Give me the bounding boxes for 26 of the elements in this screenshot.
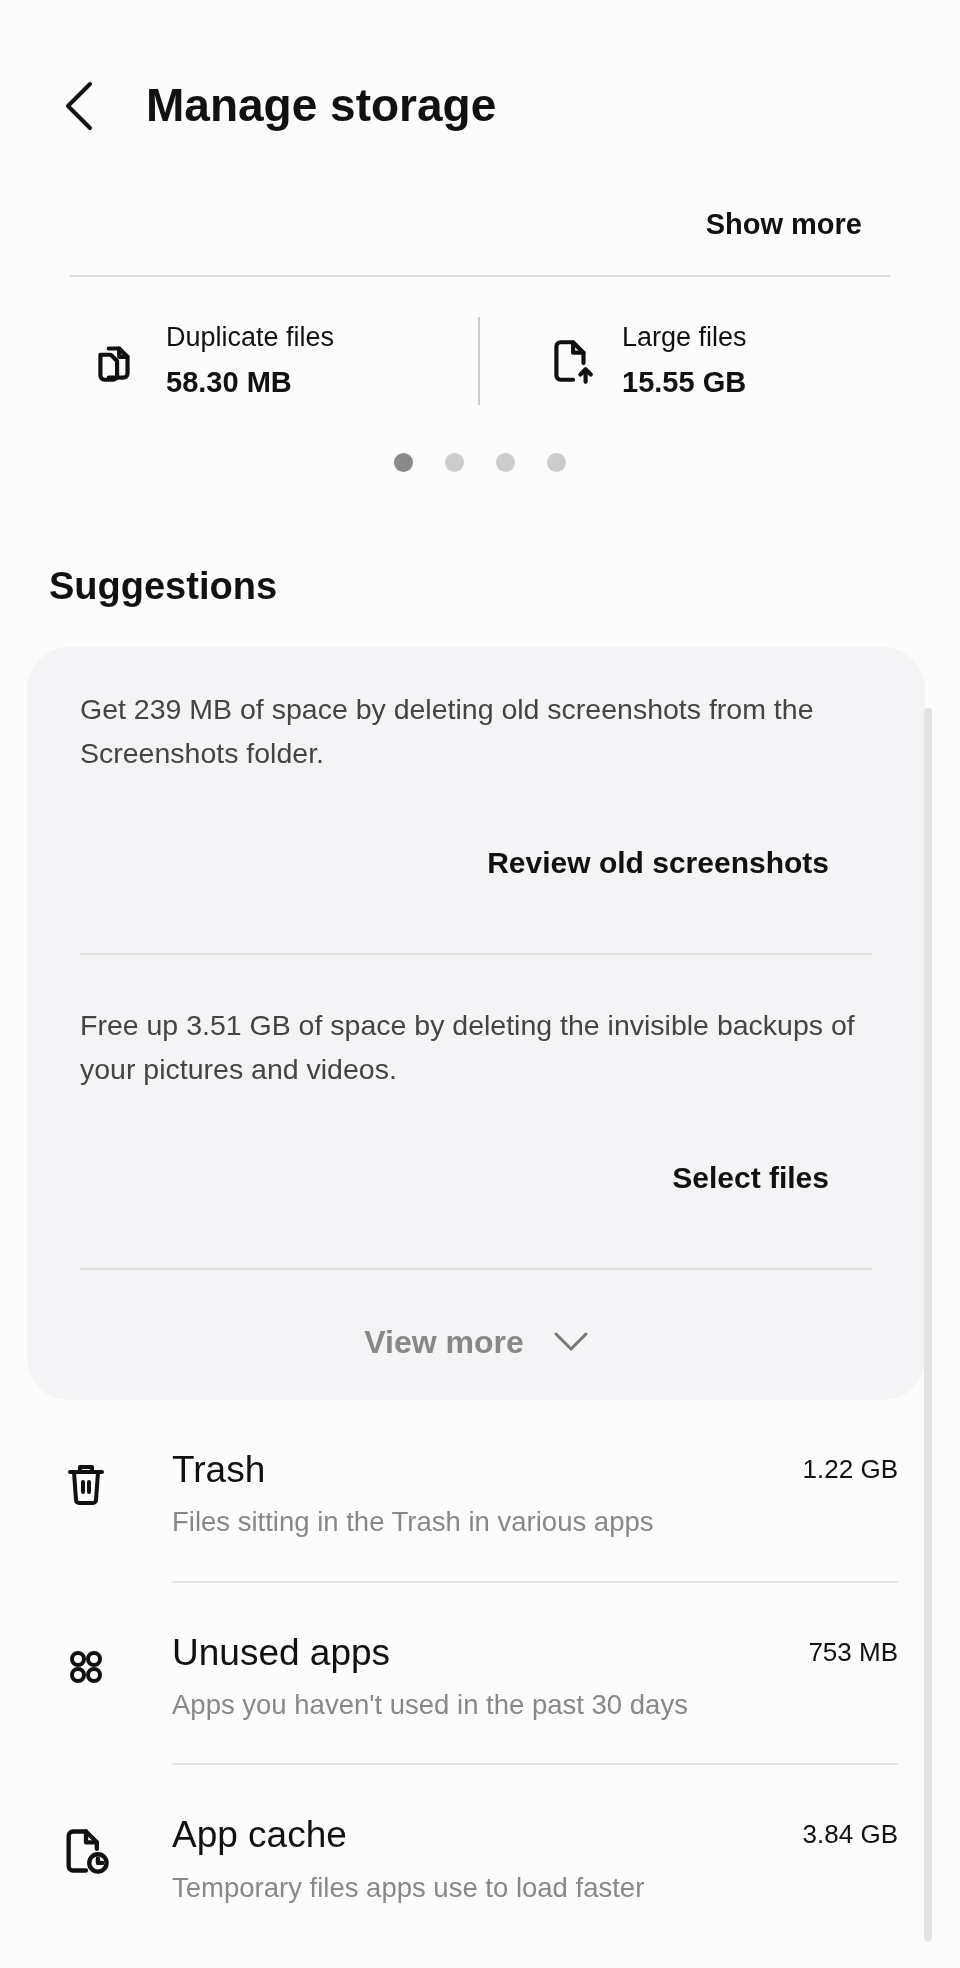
item-title: App cache bbox=[172, 1813, 348, 1858]
suggestion-text: Free up 3.51 GB of space by deleting the invisible backups of your pictures and videos. bbox=[80, 1007, 856, 1087]
item-description: Temporary files apps use to load faster bbox=[172, 1870, 645, 1905]
item-size: 753 MB bbox=[808, 1635, 898, 1669]
stat-value: 15.55 GB bbox=[622, 365, 747, 401]
item-size: 1.22 GB bbox=[802, 1452, 898, 1486]
stat-label: Duplicate files bbox=[166, 320, 335, 354]
section-heading: Suggestions bbox=[48, 563, 279, 609]
chevron-down-icon bbox=[553, 1331, 588, 1352]
suggestion-action-button[interactable]: Review old screenshots bbox=[487, 839, 829, 885]
page-indicator-dot[interactable] bbox=[445, 452, 464, 472]
item-description: Apps you haven't used in the past 30 days bbox=[172, 1688, 688, 1723]
stat-value: 58.30 MB bbox=[166, 365, 293, 401]
back-icon[interactable] bbox=[64, 79, 94, 132]
suggestion-text: Get 239 MB of space by deleting old screenshots from the Screenshots folder. bbox=[80, 692, 815, 772]
item-title: Unused apps bbox=[172, 1630, 392, 1675]
item-size: 3.84 GB bbox=[802, 1818, 898, 1852]
page-title: Manage storage bbox=[146, 78, 497, 133]
page-indicator-dot[interactable] bbox=[394, 452, 413, 472]
item-description: Files sitting in the Trash in various apps bbox=[172, 1505, 654, 1540]
stat-label: Large files bbox=[622, 320, 747, 354]
suggestion-action-button[interactable]: Select files bbox=[672, 1154, 829, 1200]
page-indicator-dot[interactable] bbox=[496, 452, 515, 472]
item-title: Trash bbox=[172, 1447, 267, 1492]
page-indicator-dot[interactable] bbox=[547, 452, 566, 472]
show-more-button[interactable]: Show more bbox=[705, 203, 862, 247]
